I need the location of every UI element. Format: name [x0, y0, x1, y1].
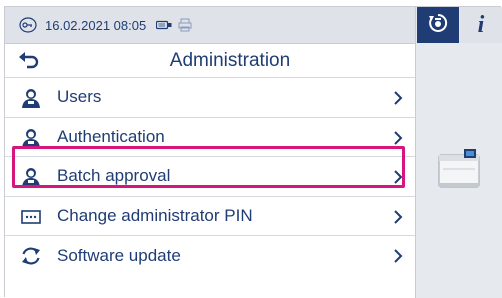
chevron-right-icon	[393, 209, 403, 225]
panel-header: Administration	[5, 44, 415, 78]
back-arrow-icon[interactable]	[19, 51, 41, 71]
key-circle-icon	[19, 17, 37, 33]
printer-icon	[178, 18, 192, 32]
tab-program[interactable]	[417, 7, 459, 43]
menu-item-label: Authentication	[57, 126, 165, 146]
menu-item-label: Batch approval	[57, 166, 171, 186]
administration-panel: Administration Users Authentication Batc…	[5, 43, 415, 298]
menu-item-users[interactable]: Users	[5, 78, 415, 118]
menu-item-label: Software update	[57, 245, 181, 265]
right-panel: i	[415, 7, 502, 298]
sterilizer-cycle-icon	[427, 12, 449, 39]
tab-info[interactable]: i	[460, 7, 502, 43]
menu-item-change-admin-pin[interactable]: Change administrator PIN	[5, 197, 415, 236]
status-datetime: 16.02.2021 08:05	[45, 17, 147, 33]
user-icon	[20, 128, 42, 148]
menu-item-batch-approval[interactable]: Batch approval	[5, 157, 415, 197]
device-screen: 16.02.2021 08:05 i Administration Users …	[4, 6, 502, 298]
menu-item-authentication[interactable]: Authentication	[5, 118, 415, 157]
menu-item-label: Users	[57, 87, 102, 107]
info-icon: i	[477, 11, 485, 38]
chevron-right-icon	[393, 130, 403, 146]
user-icon	[20, 88, 42, 108]
user-icon	[20, 167, 42, 187]
menu-item-software-update[interactable]: Software update	[5, 236, 415, 276]
page-title: Administration	[169, 49, 291, 71]
refresh-icon	[20, 246, 42, 266]
status-bar: 16.02.2021 08:05	[5, 7, 415, 43]
chevron-right-icon	[393, 90, 403, 106]
autoclave-device-icon	[438, 147, 480, 189]
chevron-right-icon	[393, 169, 403, 185]
usb-stick-icon	[156, 20, 172, 30]
menu-item-label: Change administrator PIN	[57, 205, 253, 225]
pin-field-icon	[20, 207, 42, 227]
chevron-right-icon	[393, 248, 403, 264]
